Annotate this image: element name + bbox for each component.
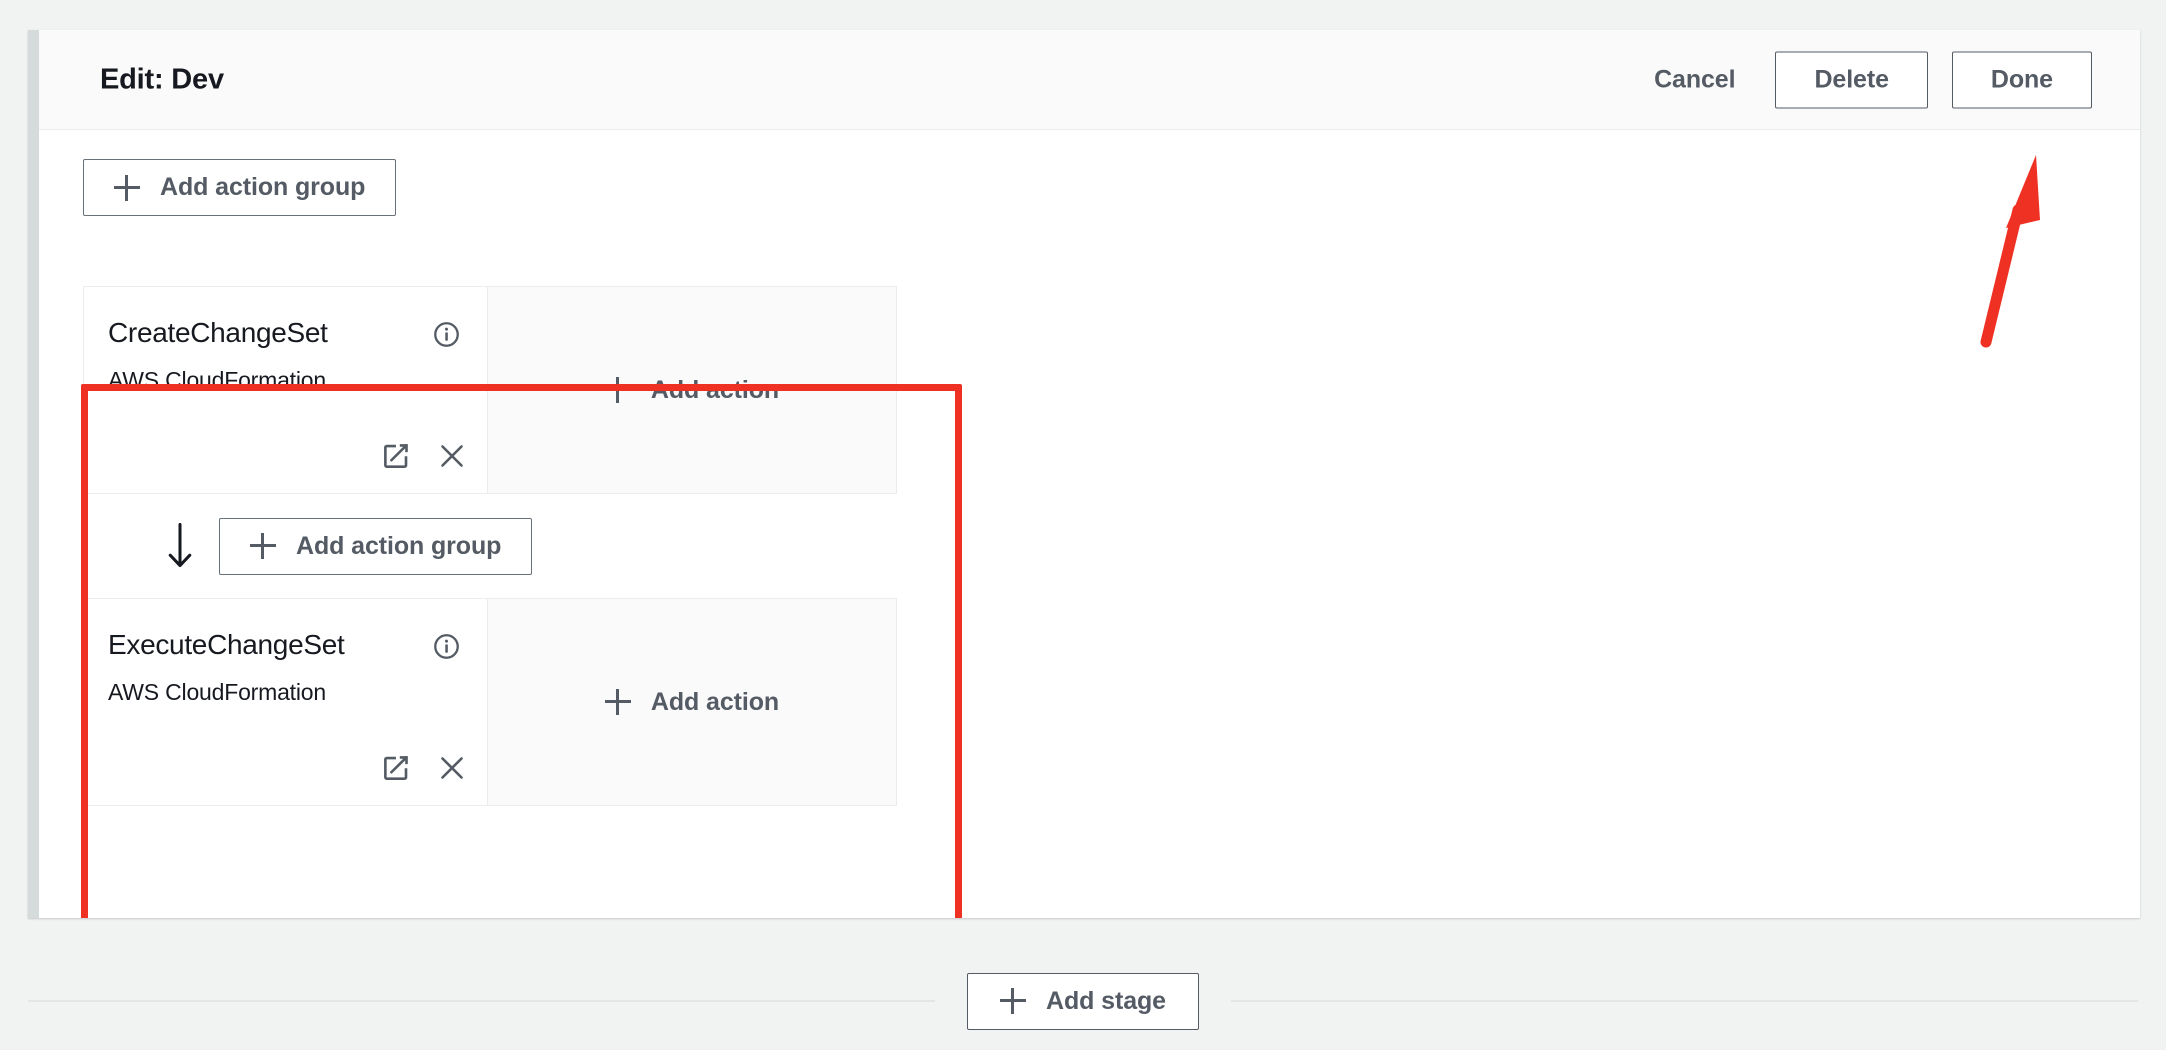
add-action-group-button-top[interactable]: Add action group [83, 159, 397, 216]
page-title: Edit: Dev [100, 63, 224, 95]
divider-right [1230, 1000, 2139, 1002]
add-action-button[interactable]: Add action [595, 680, 789, 725]
close-x-icon[interactable] [437, 753, 467, 783]
action-group-info: ExecuteChangeSet AWS CloudFormation [84, 599, 488, 805]
add-action-label: Add action [650, 687, 780, 716]
plus-icon [114, 174, 140, 201]
add-action-group-label: Add action group [296, 531, 502, 560]
stage-editor-header: Edit: Dev Cancel Delete Done [39, 30, 2140, 130]
action-group-provider: AWS CloudFormation [108, 679, 326, 705]
panel-left-rail [28, 30, 39, 918]
info-circle-icon[interactable] [432, 632, 461, 661]
action-group-name: CreateChangeSet [108, 317, 328, 348]
action-group-provider: AWS CloudFormation [108, 367, 326, 393]
edit-pencil-icon[interactable] [381, 753, 411, 783]
plus-icon [604, 377, 631, 403]
plus-icon [604, 689, 631, 715]
delete-button[interactable]: Delete [1775, 51, 1928, 108]
plus-icon [1000, 988, 1027, 1014]
action-group-card: CreateChangeSet AWS CloudFormation Add a… [83, 286, 897, 494]
add-action-group-button-middle[interactable]: Add action group [219, 517, 533, 575]
add-action-button[interactable]: Add action [595, 368, 789, 413]
close-x-icon[interactable] [437, 441, 467, 471]
action-group-card: ExecuteChangeSet AWS CloudFormation Add … [83, 598, 897, 806]
edit-pencil-icon[interactable] [381, 441, 411, 471]
add-stage-button[interactable]: Add stage [967, 972, 1199, 1030]
add-stage-label: Add stage [1046, 986, 1166, 1015]
plus-icon [250, 533, 276, 559]
add-stage-row: Add stage [0, 952, 2166, 1050]
action-group-name: ExecuteChangeSet [108, 629, 345, 660]
stage-editor-panel: Edit: Dev Cancel Delete Done Add action … [28, 30, 2140, 918]
add-action-label: Add action [650, 375, 780, 404]
add-action-zone: Add action [488, 287, 896, 493]
stage-editor-body: Add action group CreateChangeSet AWS Clo… [39, 130, 2140, 918]
action-group-tools [381, 441, 467, 471]
action-group-stack: CreateChangeSet AWS CloudFormation Add a… [83, 286, 911, 806]
divider-left [28, 1000, 936, 1002]
header-actions: Cancel Delete Done [1638, 51, 2092, 108]
info-circle-icon[interactable] [432, 320, 461, 349]
done-button[interactable]: Done [1951, 51, 2092, 108]
action-group-info: CreateChangeSet AWS CloudFormation [84, 287, 488, 493]
cancel-button[interactable]: Cancel [1638, 55, 1751, 104]
between-groups-row: Add action group [83, 494, 911, 598]
add-action-group-label: Add action group [160, 173, 366, 201]
arrow-down-icon [165, 522, 195, 569]
add-action-zone: Add action [488, 599, 896, 805]
action-group-tools [381, 753, 467, 783]
